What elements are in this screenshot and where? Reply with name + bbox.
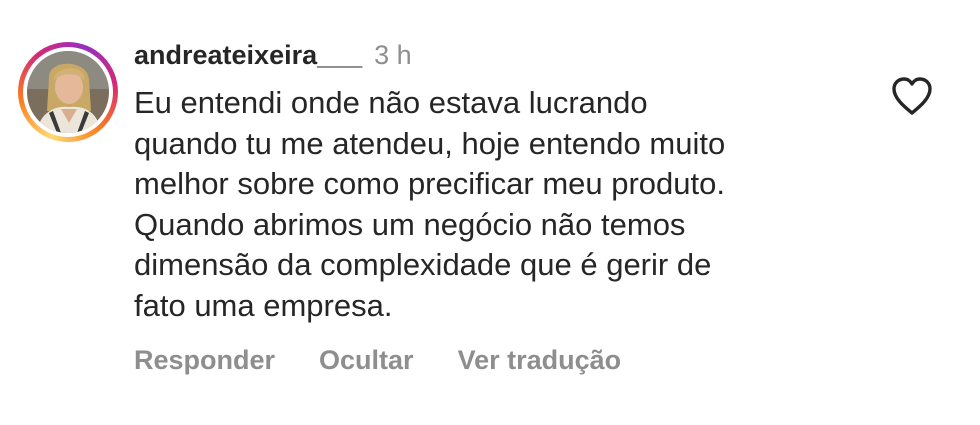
story-ring[interactable] xyxy=(18,42,118,142)
comment-timestamp: 3 h xyxy=(374,40,412,70)
heart-icon[interactable] xyxy=(890,76,934,116)
comment-line: dimensão da complexidade que é gerir de xyxy=(134,247,712,282)
translate-button[interactable]: Ver tradução xyxy=(458,345,622,376)
reply-button[interactable]: Responder xyxy=(134,345,275,376)
comment-header: andreateixeira___ 3 h xyxy=(134,40,412,76)
comment-line: melhor sobre como precificar meu produto… xyxy=(134,166,725,201)
avatar[interactable] xyxy=(27,51,109,133)
hide-button[interactable]: Ocultar xyxy=(319,345,414,376)
comment-actions: Responder Ocultar Ver tradução xyxy=(134,345,665,376)
avatar-photo xyxy=(27,51,109,133)
comment-line: Eu entendi onde não estava lucrando xyxy=(134,85,648,120)
username-link[interactable]: andreateixeira___ xyxy=(134,40,362,71)
comment-line: Quando abrimos um negócio não temos xyxy=(134,206,686,242)
avatar-gap xyxy=(23,47,113,137)
comment-line: fato uma empresa. xyxy=(134,287,393,323)
comment-text: Eu entendi onde não estava lucrando quan… xyxy=(134,83,854,326)
comment-line: quando tu me atendeu, hoje entendo muito xyxy=(134,125,726,161)
